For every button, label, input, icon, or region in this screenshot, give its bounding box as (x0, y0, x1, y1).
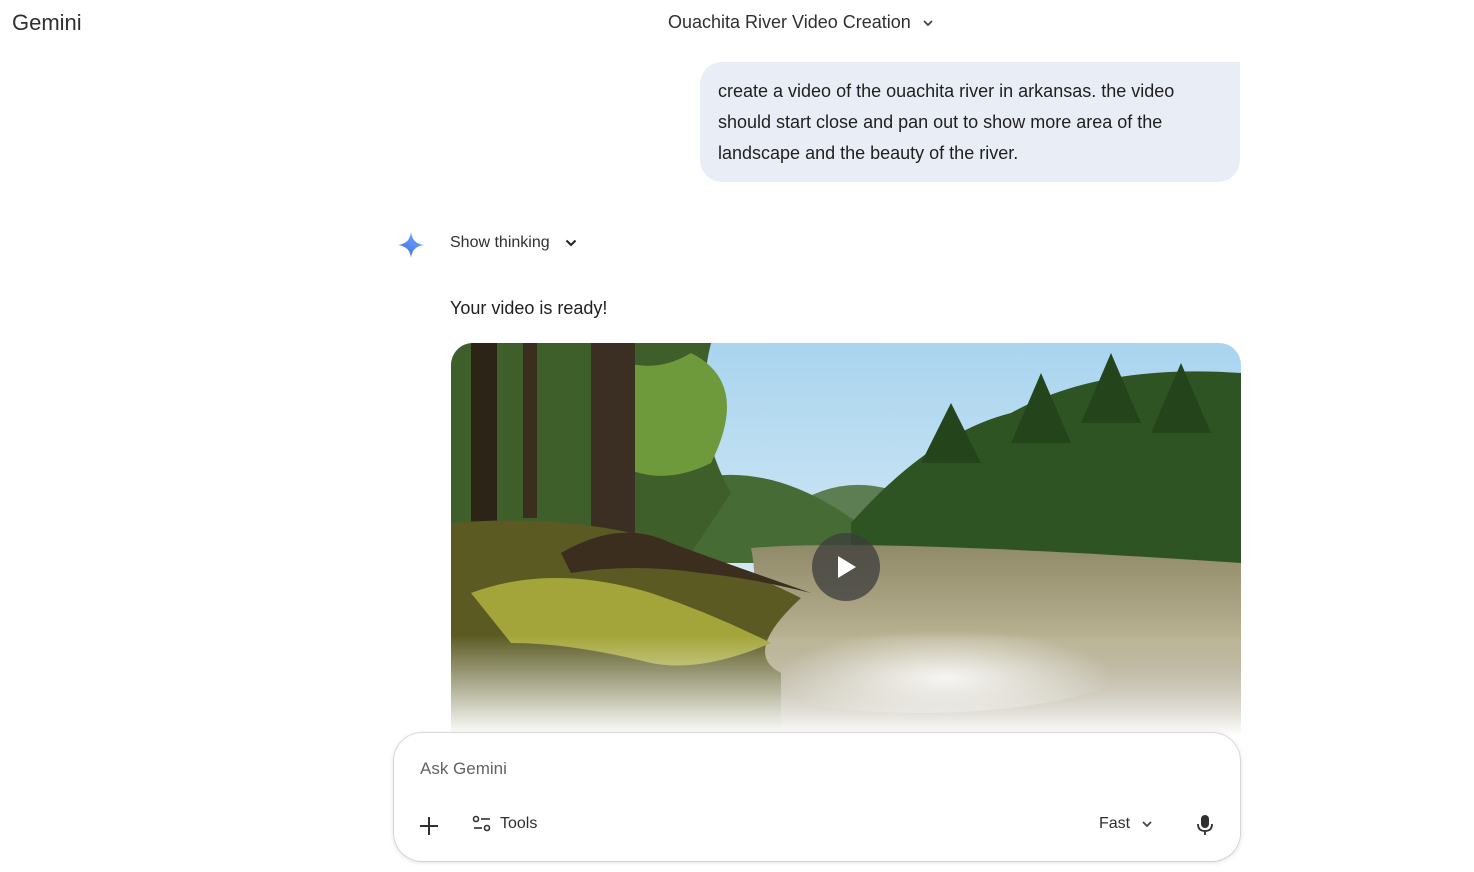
show-thinking-label: Show thinking (450, 234, 550, 251)
response-text: Your video is ready! (450, 298, 608, 318)
prompt-composer: Tools Fast (394, 733, 1240, 861)
tools-label: Tools (500, 815, 538, 832)
chevron-down-icon (923, 19, 933, 26)
prompt-input[interactable] (420, 759, 1020, 779)
tools-icon (472, 815, 491, 832)
app-logo[interactable]: Gemini (12, 10, 82, 36)
model-label: Fast (1099, 815, 1131, 832)
chevron-down-icon (565, 239, 576, 247)
play-button[interactable] (812, 533, 880, 601)
gemini-spark-icon (398, 232, 424, 258)
play-icon (838, 556, 856, 578)
tools-button[interactable]: Tools (472, 815, 537, 833)
user-message: create a video of the ouachita river in … (700, 62, 1240, 182)
conversation-title-menu[interactable]: Ouachita River Video Creation (668, 12, 935, 33)
chevron-down-icon (1142, 821, 1152, 828)
model-selector[interactable]: Fast (1099, 815, 1154, 833)
plus-icon[interactable] (416, 813, 442, 839)
conversation-title: Ouachita River Video Creation (668, 12, 911, 32)
microphone-icon[interactable] (1194, 813, 1216, 837)
show-thinking-toggle[interactable]: Show thinking (450, 234, 578, 252)
